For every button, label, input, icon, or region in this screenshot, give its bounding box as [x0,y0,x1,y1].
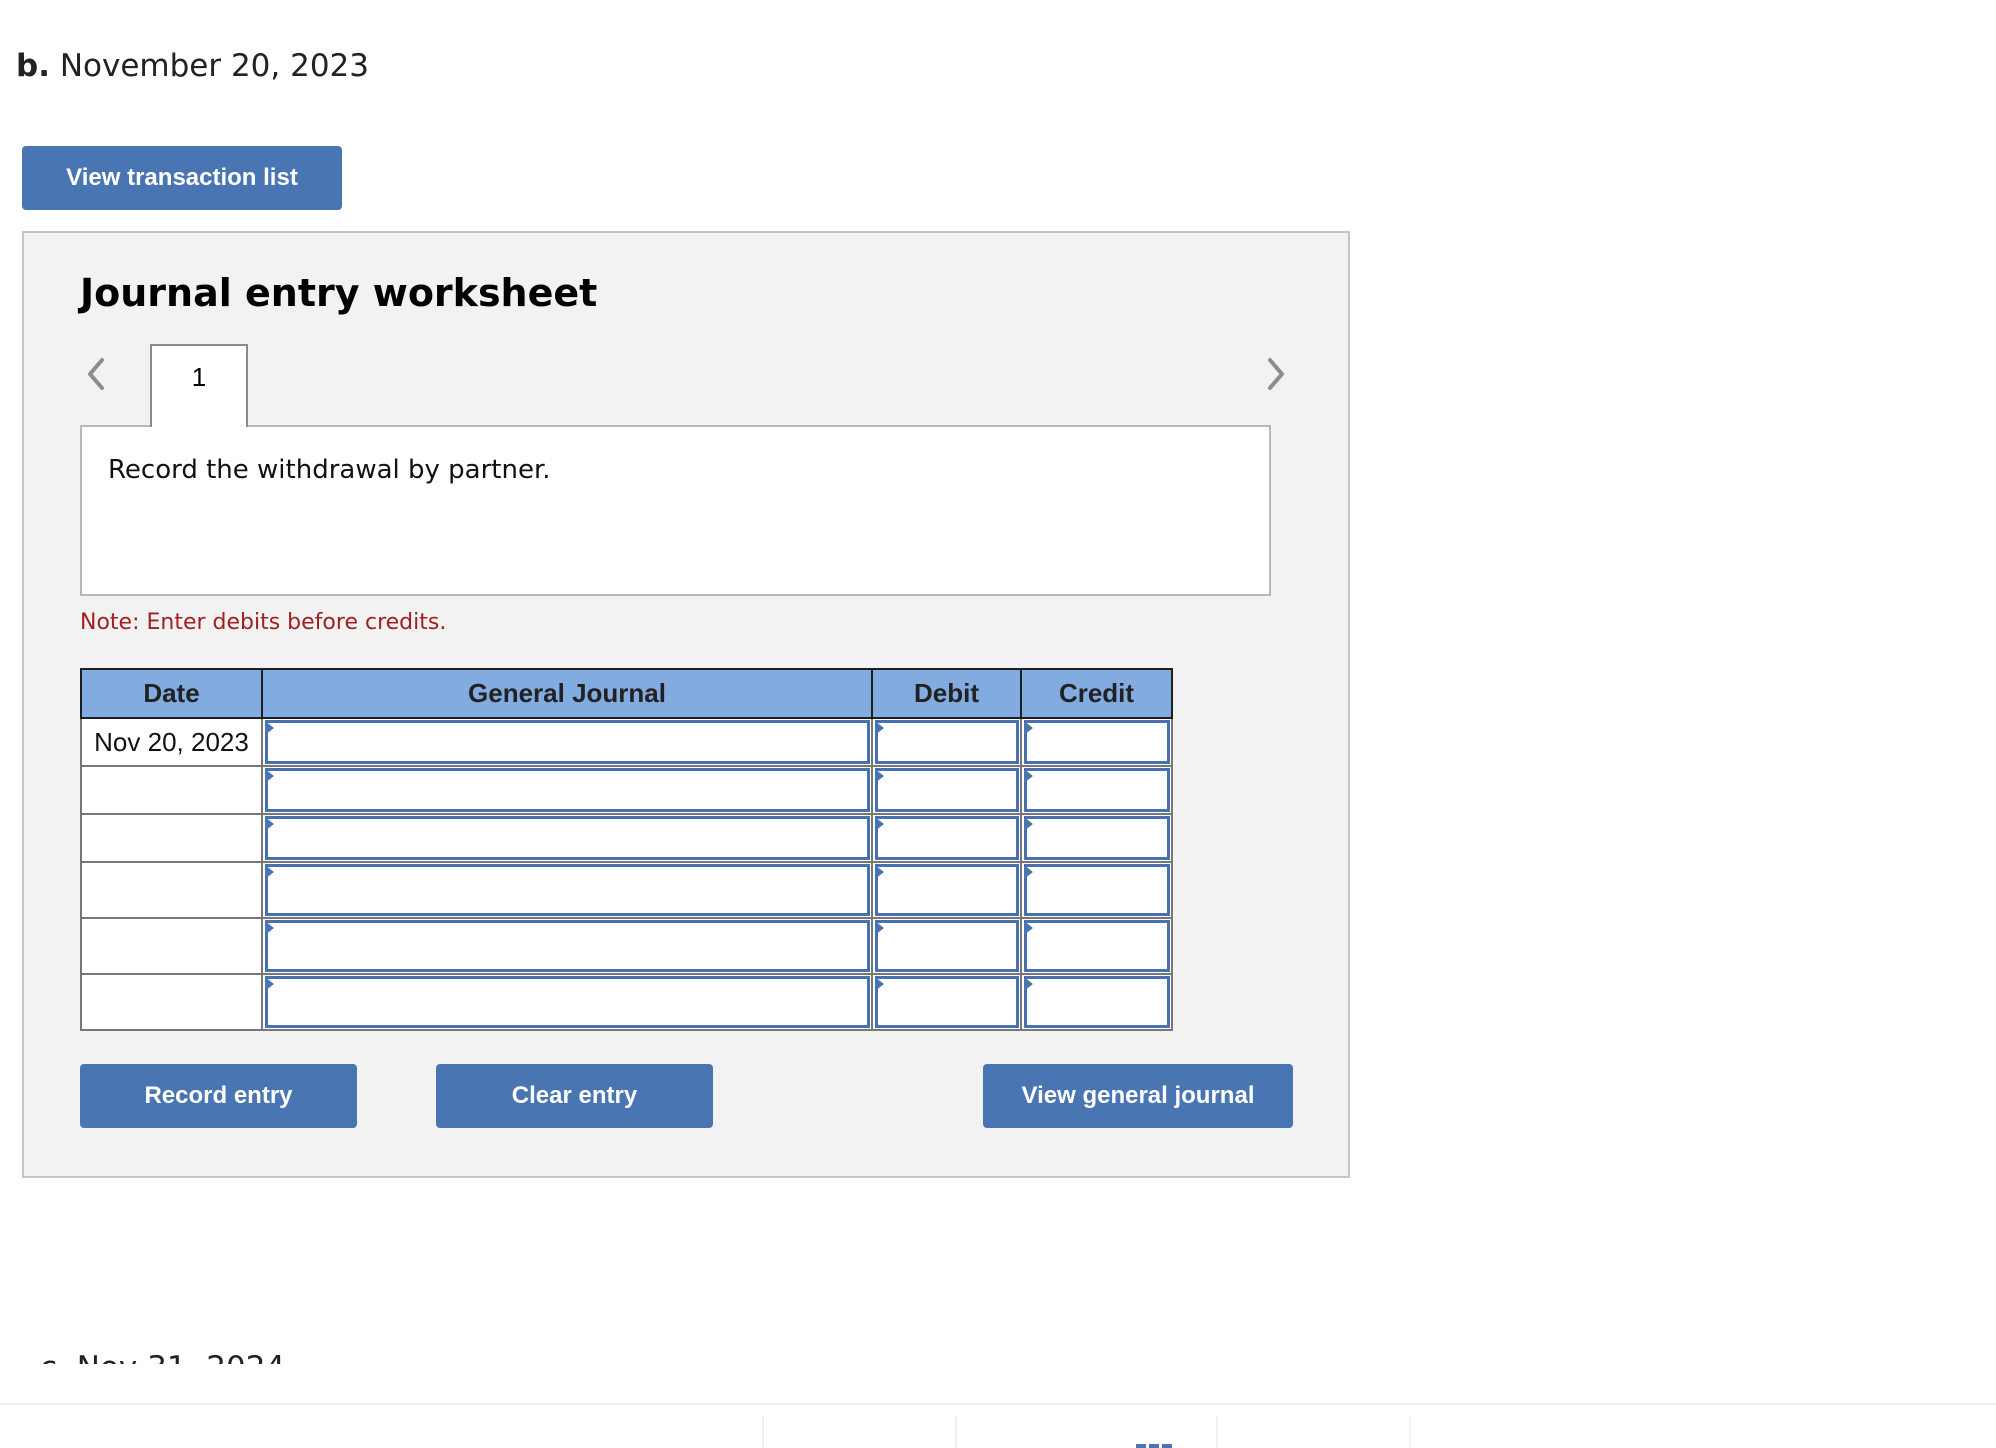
toolbar-separator [1409,1416,1411,1448]
journal-table: Date General Journal Debit Credit Nov 20… [80,668,1173,1031]
header-credit: Credit [1020,668,1173,719]
bottom-toolbar-divider [0,1403,1996,1405]
part-date: November 20, 2023 [59,48,369,84]
dropdown-marker-icon [1024,817,1033,831]
account-cell [261,813,873,863]
date-cell[interactable] [80,765,263,815]
account-input[interactable] [265,920,870,972]
debit-cell [871,813,1022,863]
table-row [80,765,1173,815]
table-row: Nov 20, 2023 [80,717,1173,767]
tab-1[interactable]: 1 [150,344,248,427]
next-part-title-partial: c. Nov 31, 2024 [40,1348,285,1364]
debit-cell [871,917,1022,975]
tab-label: 1 [191,362,207,392]
date-cell: Nov 20, 2023 [80,717,263,767]
header-date: Date [80,668,263,719]
dropdown-marker-icon [875,865,884,879]
debit-cell [871,973,1022,1031]
worksheet-title: Journal entry worksheet [80,271,598,315]
dropdown-marker-icon [265,817,274,831]
account-cell [261,973,873,1031]
credit-cell [1020,813,1173,863]
account-input[interactable] [265,864,870,916]
credit-cell [1020,717,1173,767]
dropdown-marker-icon [265,721,274,735]
dropdown-marker-icon [1024,721,1033,735]
transaction-description-box: Record the withdrawal by partner. [80,425,1271,596]
credit-input[interactable] [1024,976,1170,1028]
record-entry-button[interactable]: Record entry [80,1064,357,1128]
table-row [80,973,1173,1031]
dropdown-marker-icon [265,977,274,991]
transaction-description: Record the withdrawal by partner. [108,455,551,485]
debit-input[interactable] [875,816,1019,860]
header-general-journal: General Journal [261,668,873,719]
credit-cell [1020,917,1173,975]
dropdown-marker-icon [1024,769,1033,783]
toolbar-separator [1216,1416,1218,1448]
dropdown-marker-icon [875,977,884,991]
table-row [80,917,1173,975]
account-cell [261,717,873,767]
credit-cell [1020,973,1173,1031]
dropdown-marker-icon [875,769,884,783]
debit-cell [871,717,1022,767]
debit-cell [871,765,1022,815]
account-cell [261,917,873,975]
dropdown-marker-icon [1024,865,1033,879]
credit-input[interactable] [1024,864,1170,916]
view-general-journal-button[interactable]: View general journal [983,1064,1293,1128]
debit-cell [871,861,1022,919]
credit-input[interactable] [1024,720,1170,764]
dropdown-marker-icon [1024,921,1033,935]
account-input[interactable] [265,816,870,860]
part-title: b. November 20, 2023 [16,46,369,86]
table-row [80,861,1173,919]
credit-input[interactable] [1024,920,1170,972]
debit-input[interactable] [875,768,1019,812]
chevron-right-icon[interactable] [1266,356,1286,392]
debit-input[interactable] [875,720,1019,764]
date-cell[interactable] [80,861,263,919]
dropdown-marker-icon [875,921,884,935]
account-cell [261,765,873,815]
account-input[interactable] [265,720,870,764]
credit-input[interactable] [1024,816,1170,860]
debit-input[interactable] [875,920,1019,972]
view-transaction-list-button[interactable]: View transaction list [22,146,342,210]
dropdown-marker-icon [265,921,274,935]
date-cell[interactable] [80,917,263,975]
table-header-row: Date General Journal Debit Credit [80,668,1173,719]
dropdown-marker-icon [875,817,884,831]
header-debit: Debit [871,668,1022,719]
dropdown-marker-icon [265,769,274,783]
entry-note: Note: Enter debits before credits. [80,610,447,635]
account-input[interactable] [265,768,870,812]
next-part-title-text: c. Nov 31, 2024 [40,1348,285,1364]
debit-input[interactable] [875,976,1019,1028]
table-row [80,813,1173,863]
toolbar-separator [762,1416,764,1448]
dropdown-marker-icon [265,865,274,879]
account-input[interactable] [265,976,870,1028]
dropdown-marker-icon [1024,977,1033,991]
grid-icon[interactable] [1136,1444,1172,1448]
dropdown-marker-icon [875,721,884,735]
chevron-left-icon[interactable] [86,356,106,392]
clear-entry-button[interactable]: Clear entry [436,1064,713,1128]
toolbar-separator [955,1416,957,1448]
credit-input[interactable] [1024,768,1170,812]
part-label: b. [16,48,50,84]
account-cell [261,861,873,919]
debit-input[interactable] [875,864,1019,916]
credit-cell [1020,765,1173,815]
date-cell[interactable] [80,813,263,863]
date-cell[interactable] [80,973,263,1031]
credit-cell [1020,861,1173,919]
